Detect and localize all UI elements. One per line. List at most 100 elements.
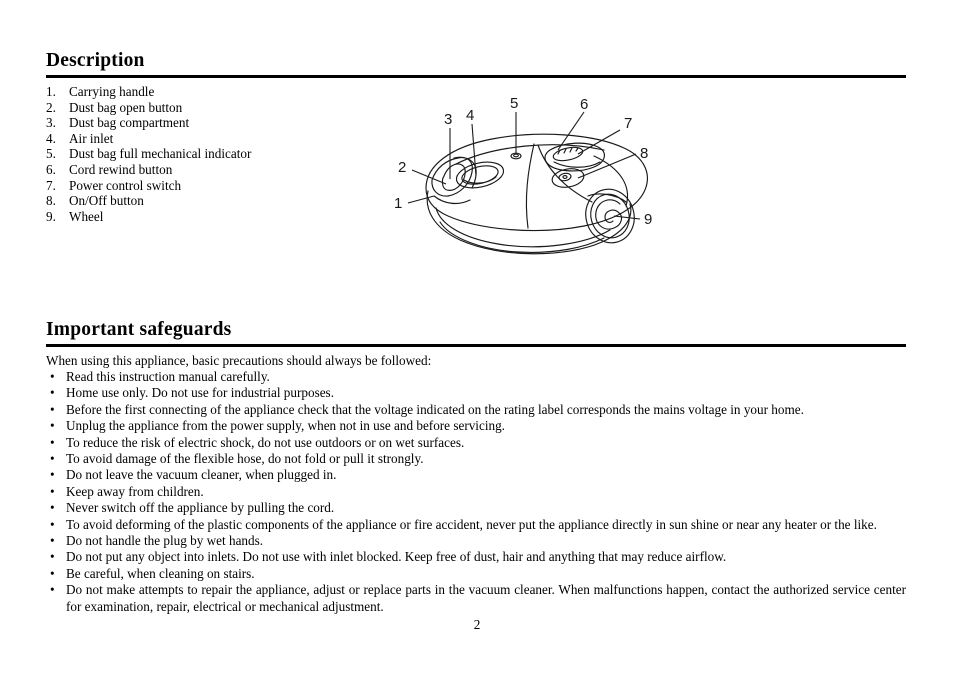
rear-panel-seam <box>593 155 628 207</box>
list-item: 9. Wheel <box>46 209 406 225</box>
list-item: 2. Dust bag open button <box>46 100 406 116</box>
list-item-label: Cord rewind button <box>69 161 173 177</box>
description-heading-rule <box>46 75 906 78</box>
bullet-item: • Do not put any object into inlets. Do … <box>46 549 906 565</box>
description-heading: Description <box>46 50 145 71</box>
list-item-number: 7. <box>46 177 56 193</box>
list-item-number: 8. <box>46 193 56 209</box>
bullet-icon: • <box>50 582 55 598</box>
bullet-item: • Do not handle the plug by wet hands. <box>46 533 906 549</box>
list-item: 5. Dust bag full mechanical indicator <box>46 146 406 162</box>
cord-rewind-button <box>552 146 584 162</box>
bullet-text: To reduce the risk of electric shock, do… <box>66 434 465 450</box>
list-item: 3. Dust bag compartment <box>46 115 406 131</box>
callout-number-8: 8 <box>640 145 648 162</box>
bullet-icon: • <box>50 565 55 581</box>
safeguards-heading: Important safeguards <box>46 319 232 340</box>
callout-number-1: 1 <box>394 195 402 212</box>
bullet-item: • Unplug the appliance from the power su… <box>46 418 906 434</box>
list-item-label: Carrying handle <box>69 84 155 99</box>
bullet-item: • Home use only. Do not use for industri… <box>46 385 906 401</box>
leader-line-2 <box>411 169 447 185</box>
power-switch-ridges <box>557 147 579 155</box>
description-parts-list: 1. Carrying handle 2. Dust bag open butt… <box>46 84 406 224</box>
bullet-text: Do not make attempts to repair the appli… <box>66 582 906 614</box>
vacuum-cleaner-diagram: 1 2 3 4 5 6 7 8 9 <box>388 92 668 272</box>
bullet-text: Unplug the appliance from the power supp… <box>66 418 505 434</box>
bullet-item: • Be careful, when cleaning on stairs. <box>46 566 906 582</box>
bullet-icon: • <box>50 385 55 401</box>
bullet-item: • Never switch off the appliance by pull… <box>46 500 906 516</box>
bullet-text: Read this instruction manual carefully. <box>66 369 270 384</box>
list-item: 4. Air inlet <box>46 131 406 147</box>
bullet-icon: • <box>50 401 55 417</box>
air-inlet-outer <box>455 161 505 189</box>
safeguards-intro-text: When using this appliance, basic precaut… <box>46 353 432 368</box>
bullet-icon: • <box>50 467 55 483</box>
list-item-label: Dust bag compartment <box>69 115 190 131</box>
bullet-icon: • <box>50 434 55 450</box>
bullet-icon: • <box>50 516 55 532</box>
callout-number-5: 5 <box>510 95 518 112</box>
list-item: 7. Power control switch <box>46 178 406 194</box>
list-item-number: 4. <box>46 130 56 146</box>
bullet-text: Do not put any object into inlets. Do no… <box>66 549 727 565</box>
list-item-label: Air inlet <box>69 130 114 146</box>
bullet-item: • To avoid deforming of the plastic comp… <box>46 517 906 533</box>
bullet-text: Home use only. Do not use for industrial… <box>66 385 334 401</box>
page-number: 2 <box>473 617 481 632</box>
safeguards-heading-rule <box>46 344 906 347</box>
bullet-icon: • <box>50 500 55 516</box>
callout-number-group: 1 2 3 4 5 6 7 8 9 <box>394 95 652 228</box>
list-item-label: On/Off button <box>69 193 144 209</box>
indicator-dot-inner <box>513 153 519 158</box>
bullet-item: • Do not make attempts to repair the app… <box>46 582 906 615</box>
list-item-label: Power control switch <box>69 177 182 193</box>
list-item-number: 1. <box>46 84 56 99</box>
bullet-text: Do not leave the vacuum cleaner, when pl… <box>66 467 337 483</box>
bullet-text: To avoid damage of the flexible hose, do… <box>66 451 424 467</box>
lid-divider-seam <box>525 143 535 229</box>
bullet-icon: • <box>50 549 55 565</box>
list-item-number: 9. <box>46 208 56 224</box>
bullet-item: • Before the first connecting of the app… <box>46 402 906 418</box>
bullet-item: • Keep away from children. <box>46 484 906 500</box>
bullet-icon: • <box>50 418 55 434</box>
switch-housing-shadow <box>553 161 601 168</box>
vacuum-body-outline <box>425 133 648 255</box>
manual-page: Description 1. Carrying handle 2. Dust b… <box>0 0 954 675</box>
on-off-button-inner <box>558 172 572 182</box>
wheel-spiral <box>595 199 623 230</box>
callout-number-9: 9 <box>644 211 652 228</box>
on-off-button-center <box>562 175 568 179</box>
bullet-item: • Do not leave the vacuum cleaner, when … <box>46 467 906 483</box>
callout-number-4: 4 <box>466 107 474 124</box>
handle-base <box>433 195 471 205</box>
list-item-number: 3. <box>46 115 56 131</box>
list-item: 1. Carrying handle <box>46 84 406 100</box>
bullet-item: • To reduce the risk of electric shock, … <box>46 435 906 451</box>
bullet-icon: • <box>50 533 55 549</box>
bullet-item: • To avoid damage of the flexible hose, … <box>46 451 906 467</box>
callout-leader-lines <box>407 111 641 220</box>
leader-line-6 <box>557 111 585 151</box>
bullet-text: Do not handle the plug by wet hands. <box>66 533 264 549</box>
list-item: 8. On/Off button <box>46 193 406 209</box>
bullet-text: Be careful, when cleaning on stairs. <box>66 565 255 581</box>
bullet-icon: • <box>50 451 55 467</box>
bullet-icon: • <box>50 369 55 384</box>
bullet-text: Keep away from children. <box>66 483 204 499</box>
bullet-item: • Read this instruction manual carefully… <box>46 369 906 385</box>
callout-number-2: 2 <box>398 159 406 176</box>
bullet-icon: • <box>50 483 55 499</box>
bullet-text: Never switch off the appliance by pullin… <box>66 500 335 516</box>
safeguards-bullet-list: • Read this instruction manual carefully… <box>46 369 906 615</box>
callout-number-3: 3 <box>444 111 452 128</box>
leader-line-9 <box>613 215 641 220</box>
air-inlet-inner <box>461 165 499 185</box>
callout-number-7: 7 <box>624 115 632 132</box>
leader-line-7 <box>577 129 621 155</box>
list-item-number: 6. <box>46 161 56 177</box>
list-item-number: 5. <box>46 146 56 162</box>
callout-number-6: 6 <box>580 96 588 113</box>
